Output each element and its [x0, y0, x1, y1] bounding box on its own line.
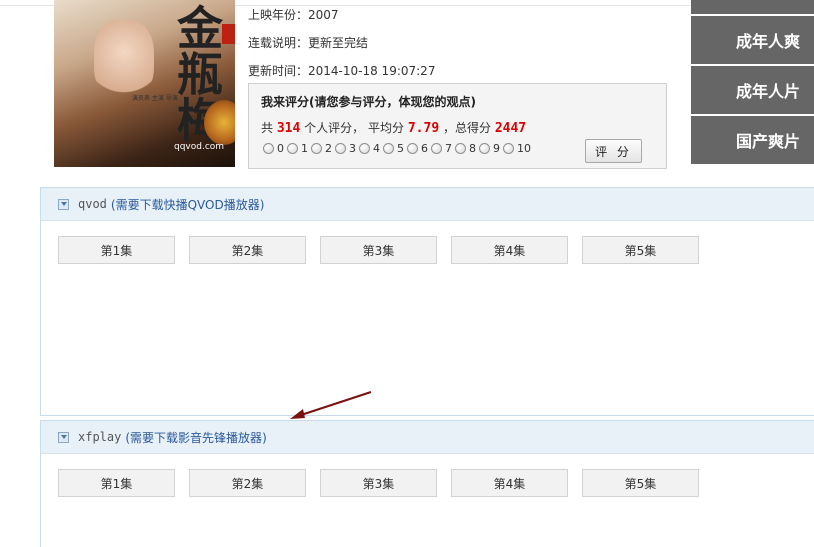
annotation-arrow-icon — [290, 391, 372, 419]
